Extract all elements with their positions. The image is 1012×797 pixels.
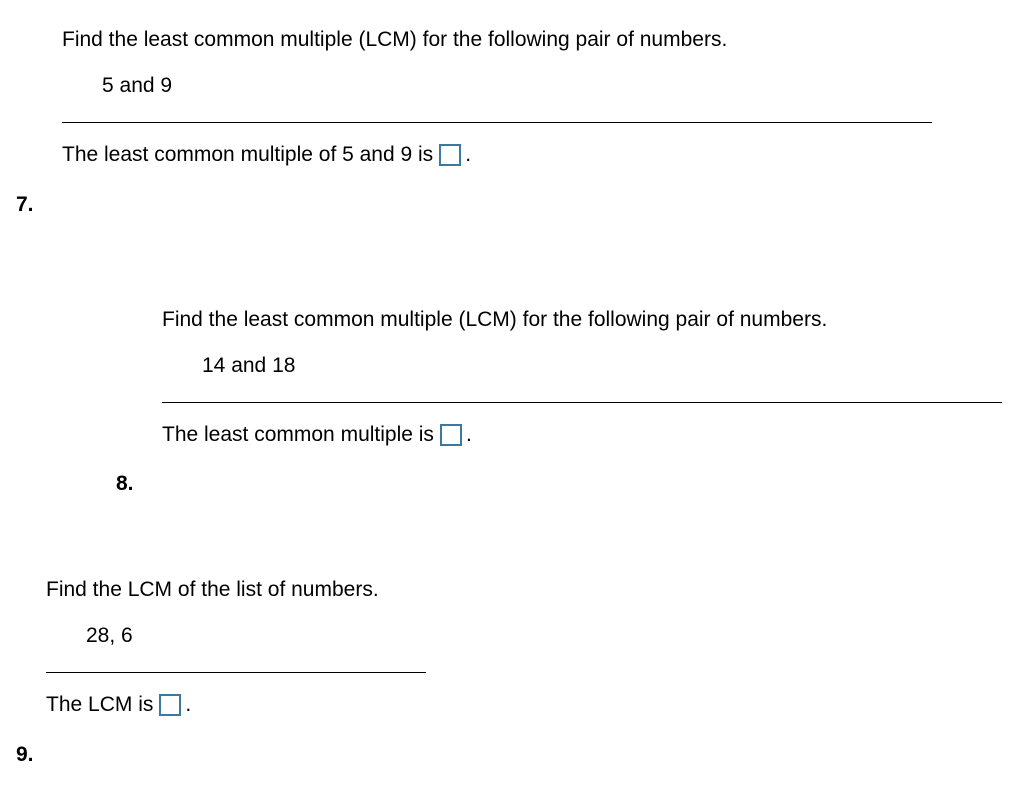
numbers-text: 28, 6 bbox=[86, 624, 426, 648]
answer-input-box[interactable] bbox=[159, 694, 181, 716]
answer-line: The LCM is . bbox=[46, 693, 426, 717]
answer-input-box[interactable] bbox=[439, 144, 461, 166]
divider-line bbox=[46, 672, 426, 673]
problem-number: 9. bbox=[16, 743, 34, 767]
answer-line: The least common multiple of 5 and 9 is … bbox=[62, 143, 932, 167]
divider-line bbox=[162, 402, 1002, 403]
instruction-text: Find the least common multiple (LCM) for… bbox=[162, 308, 1002, 332]
numbers-text: 5 and 9 bbox=[102, 74, 932, 98]
problem-content: Find the least common multiple (LCM) for… bbox=[62, 28, 932, 167]
problem-content: Find the least common multiple (LCM) for… bbox=[162, 308, 1002, 447]
answer-prefix: The LCM is bbox=[46, 693, 153, 717]
answer-suffix: . bbox=[466, 423, 472, 447]
answer-suffix: . bbox=[465, 143, 471, 167]
answer-line: The least common multiple is . bbox=[162, 423, 1002, 447]
divider-line bbox=[62, 122, 932, 123]
instruction-text: Find the LCM of the list of numbers. bbox=[46, 578, 426, 602]
problem-number: 8. bbox=[116, 472, 134, 496]
problem-content: Find the LCM of the list of numbers. 28,… bbox=[46, 578, 426, 717]
answer-input-box[interactable] bbox=[440, 424, 462, 446]
answer-suffix: . bbox=[185, 693, 191, 717]
answer-prefix: The least common multiple is bbox=[162, 423, 434, 447]
instruction-text: Find the least common multiple (LCM) for… bbox=[62, 28, 932, 52]
answer-prefix: The least common multiple of 5 and 9 is bbox=[62, 143, 433, 167]
numbers-text: 14 and 18 bbox=[202, 354, 1002, 378]
problem-number: 7. bbox=[16, 193, 34, 217]
